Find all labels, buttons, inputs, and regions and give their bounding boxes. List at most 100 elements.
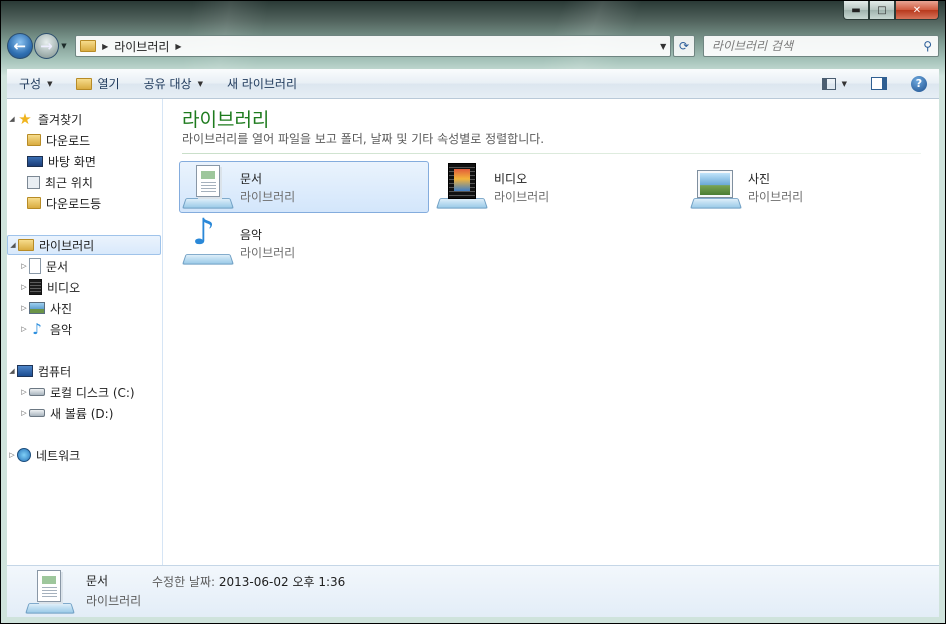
address-history-dropdown-icon[interactable]: ▼ xyxy=(660,42,666,51)
tree-favorites-label: 즐겨찾기 xyxy=(38,112,83,127)
library-name: 문서 xyxy=(240,171,263,186)
preview-pane-icon xyxy=(871,77,887,90)
expand-arrow-icon[interactable]: ▷ xyxy=(7,451,17,459)
library-type: 라이브러리 xyxy=(494,189,550,204)
expand-arrow-icon[interactable]: ▷ xyxy=(19,304,29,312)
library-name: 사진 xyxy=(748,171,771,186)
tree-item-music[interactable]: ▷ ♪ 음악 xyxy=(7,319,161,339)
back-arrow-icon: ← xyxy=(13,37,27,55)
breadcrumb-libraries[interactable]: 라이브러리 xyxy=(114,38,169,55)
tree-computer[interactable]: ◢ 컴퓨터 xyxy=(7,361,161,381)
tree-item-pictures[interactable]: ▷ 사진 xyxy=(7,298,161,318)
close-button[interactable]: ✕ xyxy=(895,1,939,20)
tree-item-downloads-2[interactable]: 다운로드등 xyxy=(7,193,161,213)
open-label: 열기 xyxy=(97,77,120,91)
search-input[interactable] xyxy=(711,39,922,53)
tree-item-label: 비디오 xyxy=(47,280,81,295)
content-area: ◢ ★ 즐겨찾기 다운로드 바탕 화면 최근 위치 다운로드등 ◢ 라이브러리 … xyxy=(7,99,939,565)
library-type: 라이브러리 xyxy=(748,189,804,204)
tree-item-videos[interactable]: ▷ 비디오 xyxy=(7,277,161,297)
chevron-down-icon[interactable]: ▼ xyxy=(842,80,847,88)
maximize-button[interactable]: □ xyxy=(869,1,895,20)
change-view-button[interactable]: ▼ xyxy=(810,69,859,99)
breadcrumb-chevron-icon[interactable]: ▶ xyxy=(175,42,181,51)
refresh-icon: ⟳ xyxy=(679,39,690,53)
page-description: 라이브러리를 열어 파일을 보고 폴더, 날짜 및 기타 속성별로 정렬합니다. xyxy=(182,132,545,146)
breadcrumb-chevron-icon[interactable]: ▶ xyxy=(102,42,108,51)
open-button[interactable]: 열기 xyxy=(64,69,131,99)
library-name: 비디오 xyxy=(494,171,528,186)
address-bar[interactable]: ▶ 라이브러리 ▶ ▼ xyxy=(75,35,672,57)
library-type: 라이브러리 xyxy=(240,245,296,260)
new-library-button[interactable]: 새 라이브러리 xyxy=(215,69,309,99)
tree-item-label: 로컬 디스크 (C:) xyxy=(50,385,135,400)
preview-pane-button[interactable] xyxy=(859,69,899,99)
forward-arrow-icon: → xyxy=(40,37,53,55)
help-button[interactable]: ? xyxy=(899,69,939,99)
navigation-bar: ← → ▼ ▶ 라이브러리 ▶ ▼ ⟳ ⚲ xyxy=(7,31,940,61)
videos-library-icon xyxy=(436,163,488,211)
tree-item-label: 음악 xyxy=(50,322,73,337)
expand-arrow-icon[interactable]: ▷ xyxy=(19,325,29,333)
videos-icon xyxy=(29,279,42,295)
desktop-icon xyxy=(27,155,43,167)
file-list-pane[interactable]: 라이브러리 라이브러리를 열어 파일을 보고 폴더, 날짜 및 기타 속성별로 … xyxy=(164,99,939,565)
library-tile-videos[interactable]: 비디오 라이브러리 xyxy=(433,161,683,213)
collapse-arrow-icon[interactable]: ◢ xyxy=(7,115,17,123)
tree-libraries-label: 라이브러리 xyxy=(39,238,95,253)
tree-libraries[interactable]: ◢ 라이브러리 xyxy=(7,235,161,255)
search-box[interactable]: ⚲ xyxy=(702,35,940,57)
search-icon[interactable]: ⚲ xyxy=(923,39,932,53)
tree-item-documents[interactable]: ▷ 문서 xyxy=(7,256,161,276)
tree-network-label: 네트워크 xyxy=(36,448,81,463)
expand-arrow-icon[interactable]: ▷ xyxy=(19,409,29,417)
documents-icon xyxy=(29,258,41,274)
expand-arrow-icon[interactable]: ▷ xyxy=(19,262,29,270)
folder-icon xyxy=(27,197,41,209)
forward-button[interactable]: → xyxy=(33,33,60,59)
details-pane: 문서 라이브러리 수정한 날짜: 2013-06-02 오후 1:36 xyxy=(7,565,939,617)
collapse-arrow-icon[interactable]: ◢ xyxy=(8,241,18,249)
details-item-type: 라이브러리 xyxy=(86,594,142,608)
command-bar: 구성 ▼ 열기 공유 대상 ▼ 새 라이브러리 ▼ ? xyxy=(7,69,939,99)
recent-places-icon xyxy=(27,175,40,189)
organize-button[interactable]: 구성 ▼ xyxy=(7,69,64,99)
tree-item-label: 사진 xyxy=(50,301,73,316)
tree-item-label: 다운로드 xyxy=(46,133,91,148)
tree-item-local-disk-c[interactable]: ▷ 로컬 디스크 (C:) xyxy=(7,382,161,402)
tree-item-volume-d[interactable]: ▷ 새 볼륨 (D:) xyxy=(7,403,161,423)
tree-network[interactable]: ▷ 네트워크 xyxy=(7,445,161,465)
refresh-button[interactable]: ⟳ xyxy=(673,35,695,57)
computer-icon xyxy=(17,365,33,377)
tree-item-recent-places[interactable]: 최근 위치 xyxy=(7,172,161,192)
library-name: 음악 xyxy=(240,227,263,242)
expand-arrow-icon[interactable]: ▷ xyxy=(19,283,29,291)
back-button[interactable]: ← xyxy=(7,33,33,59)
collapse-arrow-icon[interactable]: ◢ xyxy=(7,367,17,375)
chevron-down-icon: ▼ xyxy=(197,79,203,88)
library-tile-pictures[interactable]: 사진 라이브러리 xyxy=(687,161,937,213)
tree-favorites[interactable]: ◢ ★ 즐겨찾기 xyxy=(7,109,161,129)
minimize-button[interactable]: ▬ xyxy=(843,1,869,20)
tree-computer-label: 컴퓨터 xyxy=(38,364,72,379)
library-tile-documents[interactable]: 문서 라이브러리 xyxy=(179,161,429,213)
drive-icon xyxy=(29,409,45,417)
page-title: 라이브러리 xyxy=(182,109,270,131)
documents-library-icon xyxy=(25,568,75,616)
chevron-down-icon: ▼ xyxy=(47,79,53,88)
share-with-button[interactable]: 공유 대상 ▼ xyxy=(132,69,215,99)
library-type: 라이브러리 xyxy=(240,189,296,204)
recent-pages-dropdown[interactable]: ▼ xyxy=(61,42,71,50)
tree-item-label: 최근 위치 xyxy=(45,175,93,190)
caption-buttons: ▬ □ ✕ xyxy=(843,1,939,21)
help-icon: ? xyxy=(911,75,927,92)
tree-item-desktop[interactable]: 바탕 화면 xyxy=(7,151,161,171)
navigation-pane[interactable]: ◢ ★ 즐겨찾기 다운로드 바탕 화면 최근 위치 다운로드등 ◢ 라이브러리 … xyxy=(7,99,163,565)
open-folder-icon xyxy=(76,77,93,90)
expand-arrow-icon[interactable]: ▷ xyxy=(19,388,29,396)
organize-label: 구성 xyxy=(19,77,42,91)
tree-item-downloads[interactable]: 다운로드 xyxy=(7,130,161,150)
library-tile-music[interactable]: ♪ 음악 라이브러리 xyxy=(179,215,429,269)
header-divider xyxy=(182,153,921,154)
music-library-icon: ♪ xyxy=(182,215,234,267)
